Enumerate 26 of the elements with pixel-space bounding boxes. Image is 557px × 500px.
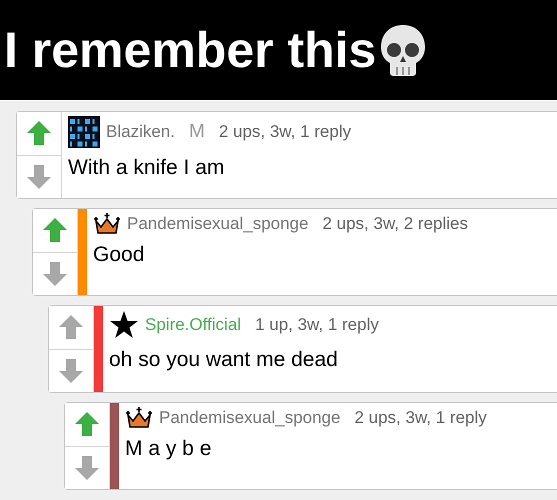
comment-meta: 2 ups, 3w, 1 reply xyxy=(354,408,487,428)
caption-text: I remember this xyxy=(4,25,376,75)
comment-meta: 1 up, 3w, 1 reply xyxy=(255,315,379,335)
downvote-button[interactable] xyxy=(17,154,61,198)
comment-text: With a knife I am xyxy=(68,156,226,180)
comment-text: M a y b e xyxy=(125,437,212,461)
avatar-icon xyxy=(68,116,100,148)
downvote-button[interactable] xyxy=(65,446,109,489)
comment-meta: 2 ups, 3w, 2 replies xyxy=(322,214,468,234)
comment-meta: 2 ups, 3w, 1 reply xyxy=(218,122,352,142)
comment-text: Good xyxy=(93,243,146,267)
down-arrow-icon xyxy=(42,260,68,287)
username-link[interactable]: Pandemisexual_sponge xyxy=(159,408,340,428)
downvote-button[interactable] xyxy=(49,348,93,392)
username-link[interactable]: Spire.Official xyxy=(145,315,242,335)
mod-tag: M xyxy=(188,121,205,143)
down-arrow-icon xyxy=(58,358,84,384)
down-arrow-icon xyxy=(74,454,100,481)
crown-icon xyxy=(93,213,121,235)
downvote-button[interactable] xyxy=(33,252,77,295)
down-arrow-icon xyxy=(26,164,52,190)
comment-text: oh so you want me dead xyxy=(109,348,339,372)
crown-icon xyxy=(125,407,153,429)
username-link[interactable]: Pandemisexual_sponge xyxy=(127,214,308,234)
star-icon xyxy=(109,310,139,340)
username-link[interactable]: Blaziken. xyxy=(106,122,175,142)
